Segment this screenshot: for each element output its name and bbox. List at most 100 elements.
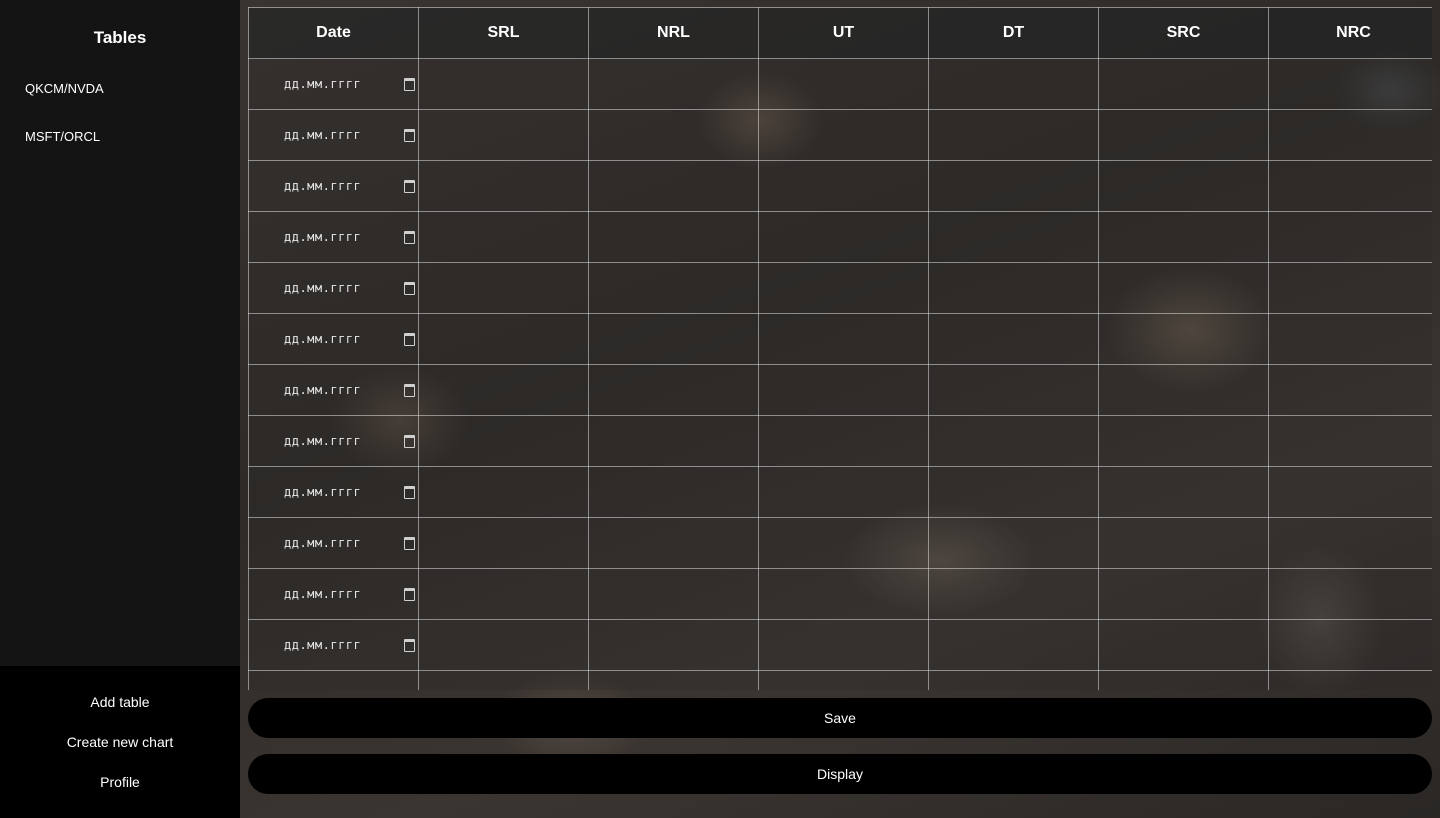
date-input[interactable]: дд.мм.гггг: [248, 262, 419, 314]
table-cell-input[interactable]: [758, 466, 929, 518]
table-cell-input[interactable]: [928, 211, 1099, 263]
table-cell-input[interactable]: [418, 262, 589, 314]
table-cell-input[interactable]: [418, 160, 589, 212]
calendar-icon[interactable]: [404, 78, 415, 91]
table-cell-input[interactable]: [588, 364, 759, 416]
data-table-container[interactable]: Date SRL NRL UT DT SRC NRC дд.мм.гггг дд.…: [248, 7, 1432, 690]
table-cell-input[interactable]: [928, 568, 1099, 620]
date-input[interactable]: дд.мм.гггг: [248, 211, 419, 263]
date-input[interactable]: дд.мм.гггг: [248, 160, 419, 212]
table-cell-input[interactable]: [758, 670, 929, 690]
table-cell-input[interactable]: [1098, 160, 1269, 212]
table-cell-input[interactable]: [758, 58, 929, 110]
table-cell-input[interactable]: [1268, 262, 1432, 314]
table-cell-input[interactable]: [928, 109, 1099, 161]
table-cell-input[interactable]: [418, 109, 589, 161]
table-cell-input[interactable]: [758, 211, 929, 263]
table-cell-input[interactable]: [928, 364, 1099, 416]
table-cell-input[interactable]: [418, 670, 589, 690]
table-cell-input[interactable]: [928, 262, 1099, 314]
table-cell-input[interactable]: [1098, 415, 1269, 467]
table-cell-input[interactable]: [928, 619, 1099, 671]
table-cell-input[interactable]: [1098, 466, 1269, 518]
table-cell-input[interactable]: [588, 568, 759, 620]
add-table-link[interactable]: Add table: [0, 694, 240, 710]
table-cell-input[interactable]: [928, 58, 1099, 110]
table-cell-input[interactable]: [1268, 313, 1432, 365]
table-cell-input[interactable]: [758, 568, 929, 620]
table-cell-input[interactable]: [928, 415, 1099, 467]
calendar-icon[interactable]: [404, 231, 415, 244]
date-input[interactable]: дд.мм.гггг: [248, 364, 419, 416]
calendar-icon[interactable]: [404, 384, 415, 397]
date-input[interactable]: дд.мм.гггг: [248, 568, 419, 620]
table-cell-input[interactable]: [1268, 517, 1432, 569]
table-cell-input[interactable]: [588, 619, 759, 671]
date-input[interactable]: дд.мм.гггг: [248, 313, 419, 365]
table-cell-input[interactable]: [1268, 58, 1432, 110]
table-cell-input[interactable]: [418, 211, 589, 263]
table-cell-input[interactable]: [588, 313, 759, 365]
table-cell-input[interactable]: [1268, 670, 1432, 690]
table-cell-input[interactable]: [1098, 670, 1269, 690]
sidebar-item-msft-orcl[interactable]: MSFT/ORCL: [25, 129, 100, 144]
table-cell-input[interactable]: [418, 517, 589, 569]
table-cell-input[interactable]: [758, 415, 929, 467]
calendar-icon[interactable]: [404, 639, 415, 652]
table-cell-input[interactable]: [1098, 313, 1269, 365]
date-input[interactable]: дд.мм.гггг: [248, 466, 419, 518]
save-button[interactable]: Save: [248, 698, 1432, 738]
table-cell-input[interactable]: [588, 262, 759, 314]
table-cell-input[interactable]: [588, 466, 759, 518]
date-input[interactable]: дд.мм.гггг: [248, 670, 419, 690]
calendar-icon[interactable]: [404, 486, 415, 499]
table-cell-input[interactable]: [1098, 262, 1269, 314]
sidebar-item-qkcm-nvda[interactable]: QKCM/NVDA: [25, 81, 104, 96]
table-cell-input[interactable]: [758, 364, 929, 416]
table-cell-input[interactable]: [1098, 364, 1269, 416]
table-cell-input[interactable]: [1098, 211, 1269, 263]
table-cell-input[interactable]: [588, 670, 759, 690]
calendar-icon[interactable]: [404, 537, 415, 550]
table-cell-input[interactable]: [1268, 466, 1432, 518]
calendar-icon[interactable]: [404, 129, 415, 142]
table-cell-input[interactable]: [418, 58, 589, 110]
table-cell-input[interactable]: [418, 466, 589, 518]
table-cell-input[interactable]: [588, 160, 759, 212]
calendar-icon[interactable]: [404, 180, 415, 193]
profile-link[interactable]: Profile: [0, 774, 240, 790]
date-input[interactable]: дд.мм.гггг: [248, 58, 419, 110]
table-cell-input[interactable]: [758, 313, 929, 365]
date-input[interactable]: дд.мм.гггг: [248, 517, 419, 569]
table-cell-input[interactable]: [1268, 364, 1432, 416]
date-input[interactable]: дд.мм.гггг: [248, 619, 419, 671]
table-cell-input[interactable]: [1268, 109, 1432, 161]
table-cell-input[interactable]: [758, 262, 929, 314]
table-cell-input[interactable]: [1268, 619, 1432, 671]
table-cell-input[interactable]: [928, 670, 1099, 690]
table-cell-input[interactable]: [928, 313, 1099, 365]
table-cell-input[interactable]: [588, 517, 759, 569]
display-button[interactable]: Display: [248, 754, 1432, 794]
table-cell-input[interactable]: [928, 160, 1099, 212]
calendar-icon[interactable]: [404, 333, 415, 346]
table-cell-input[interactable]: [418, 619, 589, 671]
calendar-icon[interactable]: [404, 282, 415, 295]
table-cell-input[interactable]: [1268, 211, 1432, 263]
table-cell-input[interactable]: [1098, 58, 1269, 110]
table-cell-input[interactable]: [758, 160, 929, 212]
table-cell-input[interactable]: [418, 415, 589, 467]
create-new-chart-link[interactable]: Create new chart: [0, 734, 240, 750]
table-cell-input[interactable]: [418, 313, 589, 365]
table-cell-input[interactable]: [588, 58, 759, 110]
table-cell-input[interactable]: [758, 109, 929, 161]
calendar-icon[interactable]: [404, 435, 415, 448]
table-cell-input[interactable]: [1268, 415, 1432, 467]
table-cell-input[interactable]: [1268, 568, 1432, 620]
table-cell-input[interactable]: [1268, 160, 1432, 212]
table-cell-input[interactable]: [418, 568, 589, 620]
table-cell-input[interactable]: [588, 415, 759, 467]
table-cell-input[interactable]: [758, 619, 929, 671]
date-input[interactable]: дд.мм.гггг: [248, 415, 419, 467]
table-cell-input[interactable]: [758, 517, 929, 569]
